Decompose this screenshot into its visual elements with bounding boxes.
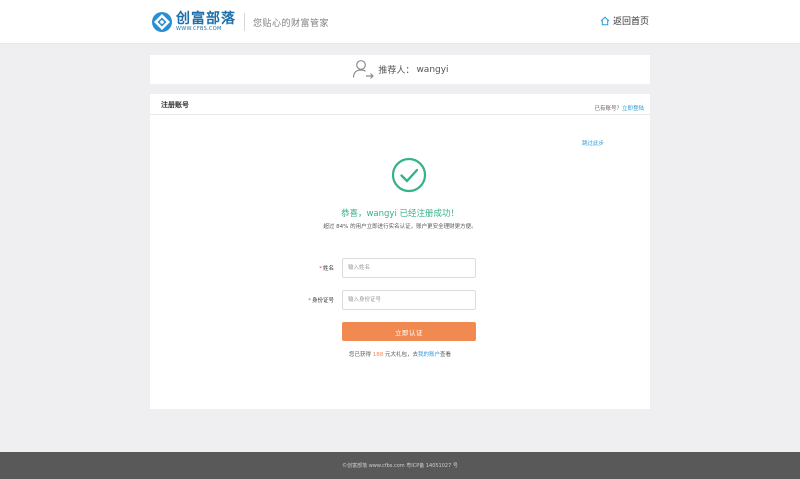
- referrer-card: 推荐人： wangyi: [150, 55, 650, 84]
- referrer-name: wangyi: [416, 64, 449, 75]
- login-now-link[interactable]: 立即登陆: [622, 106, 644, 112]
- success-title: 恭喜，wangyi 已经注册成功！: [340, 209, 460, 219]
- my-account-link[interactable]: 我的账户: [418, 352, 440, 358]
- back-home-link[interactable]: 返回首页: [600, 14, 649, 27]
- site-slogan: 您贴心的财富管家: [253, 18, 330, 29]
- register-card: 注册账号 已有账号？立即登陆 跳过此步 恭喜，wangyi 已经注册成功！ 超过…: [150, 94, 650, 409]
- gift-end: 查看: [440, 352, 452, 358]
- logo-text: 创富部落 WWW.CFBS.COM: [176, 12, 236, 32]
- logo-divider: [244, 13, 245, 31]
- success-subtitle: 超过 84% 的用户立即进行实名认证，账户更安全理财更方便。: [323, 224, 477, 230]
- top-header: 创富部落 WWW.CFBS.COM 您贴心的财富管家 返回首页: [0, 0, 800, 44]
- logo-mark-icon: [152, 12, 172, 32]
- have-account-label: 已有账号？: [594, 106, 622, 112]
- footer-copyright: ©创富部落 www.cfbs.com 粤ICP备 14051027 号: [342, 463, 458, 469]
- register-title: 注册账号: [161, 101, 189, 109]
- name-label: *姓名: [319, 264, 334, 272]
- required-mark: *: [308, 298, 311, 304]
- back-home-label: 返回首页: [612, 17, 649, 27]
- success-check-icon: [391, 157, 427, 193]
- name-label-text: 姓名: [322, 266, 334, 272]
- gift-suffix: 元大礼包，去: [383, 352, 418, 358]
- skip-step-link[interactable]: 跳过此步: [582, 139, 604, 147]
- gift-note: 您已获得 188 元大礼包，去我的账户查看: [150, 350, 650, 358]
- have-account-text: 已有账号？立即登陆: [594, 104, 644, 112]
- id-number-label-text: 身份证号: [311, 298, 334, 304]
- gift-amount: 188: [372, 352, 384, 358]
- id-number-label: *身份证号: [308, 296, 334, 304]
- logo-domain: WWW.CFBS.COM: [176, 26, 222, 32]
- id-number-input[interactable]: [342, 290, 476, 310]
- site-logo[interactable]: 创富部落 WWW.CFBS.COM 您贴心的财富管家: [151, 9, 329, 35]
- user-referral-icon: [353, 59, 375, 79]
- required-mark: *: [319, 266, 322, 272]
- register-card-header: 注册账号 已有账号？立即登陆: [150, 94, 650, 115]
- gift-prefix: 您已获得: [348, 352, 373, 358]
- referrer-label: 推荐人：: [378, 66, 415, 76]
- page-footer: ©创富部落 www.cfbs.com 粤ICP备 14051027 号: [0, 452, 800, 479]
- referrer-text: 推荐人： wangyi: [378, 63, 449, 77]
- verify-now-button[interactable]: 立即认证: [342, 322, 476, 341]
- home-icon: [600, 16, 610, 25]
- logo-name: 创富部落: [176, 11, 236, 27]
- name-row: *姓名: [150, 258, 650, 278]
- id-number-row: *身份证号: [150, 290, 650, 310]
- name-input[interactable]: [342, 258, 476, 278]
